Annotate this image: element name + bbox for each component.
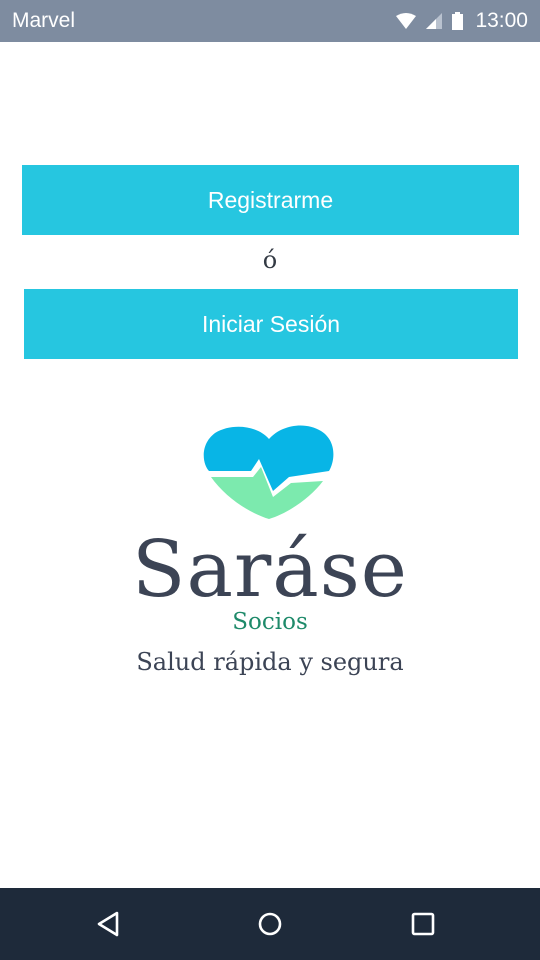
or-separator: ó bbox=[262, 246, 278, 274]
navigation-bar bbox=[0, 888, 540, 960]
status-icons: 13:00 bbox=[396, 9, 528, 33]
register-button[interactable]: Registrarme bbox=[22, 165, 519, 235]
wifi-icon bbox=[396, 13, 417, 29]
carrier-label: Marvel bbox=[12, 9, 76, 32]
home-icon[interactable] bbox=[252, 906, 288, 942]
back-icon[interactable] bbox=[90, 906, 126, 942]
clock: 13:00 bbox=[475, 9, 528, 32]
recents-icon[interactable] bbox=[405, 906, 441, 942]
brand-tagline: Salud rápida y segura bbox=[136, 648, 404, 676]
battery-icon bbox=[452, 12, 464, 30]
login-button[interactable]: Iniciar Sesión bbox=[24, 289, 518, 359]
status-bar: Marvel 13:00 bbox=[0, 0, 540, 42]
signal-icon bbox=[426, 13, 443, 29]
brand-subtitle: Socios bbox=[232, 609, 308, 635]
heart-pulse-icon bbox=[203, 425, 334, 519]
brand-name: Saráse bbox=[132, 525, 408, 615]
